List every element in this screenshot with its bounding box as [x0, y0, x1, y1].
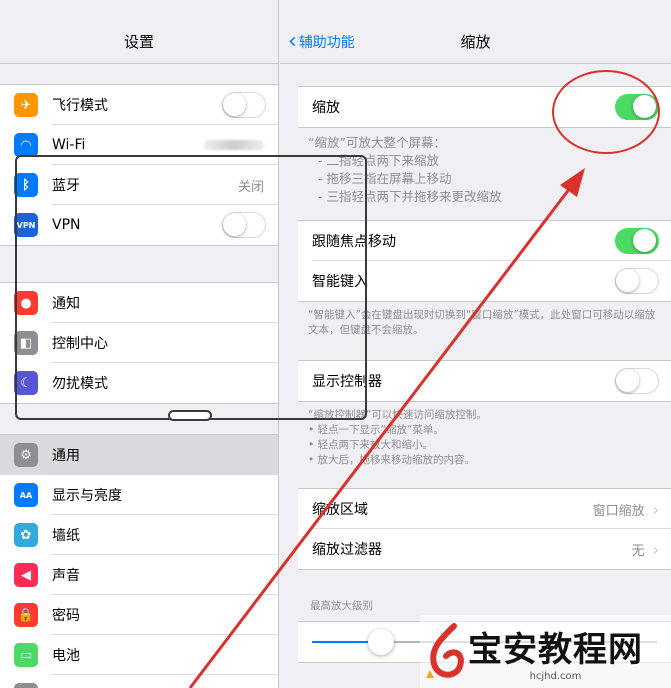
zoom-filter-label: 缩放过滤器 — [312, 542, 382, 558]
back-button[interactable]: ‹ 辅助功能 — [288, 28, 355, 54]
wifi-icon: ◠ — [14, 133, 38, 157]
sidebar-item-label: 通用 — [52, 448, 80, 464]
sidebar-item[interactable]: ✈ 飞行模式 — [0, 85, 278, 125]
lock-icon: 🔒 — [14, 603, 38, 627]
logo-icon — [426, 622, 464, 678]
status-bar — [0, 0, 278, 20]
hand-icon: ✋ — [14, 683, 38, 688]
show-controller-toggle[interactable] — [615, 368, 659, 394]
region-group: 缩放区域 窗口缩放 › 缩放过滤器 无 › — [298, 488, 671, 570]
sidebar-toggle[interactable] — [222, 92, 266, 118]
network-name-redacted — [204, 140, 264, 150]
display-brightness-icon: AA — [14, 483, 38, 507]
zoom-window-frame[interactable] — [15, 155, 367, 420]
zoom-window-handle[interactable] — [168, 410, 212, 421]
sidebar-item[interactable]: AA 显示与亮度 — [0, 475, 278, 515]
back-label: 辅助功能 — [298, 34, 355, 51]
chevron-right-icon: › — [652, 499, 659, 519]
chevron-right-icon: › — [652, 539, 659, 559]
controller-note-line: • 轻点一下显示“缩放”菜单。 — [308, 424, 444, 436]
battery-icon: ▭ — [14, 643, 38, 667]
sidebar-item-label: Wi-Fi — [52, 137, 86, 153]
zoom-region-row[interactable]: 缩放区域 窗口缩放 › — [298, 489, 671, 529]
smart-typing-toggle[interactable] — [615, 268, 659, 294]
zoom-filter-value: 无 — [631, 543, 645, 559]
controller-note-line: • 放大后，拖移来移动缩放的内容。 — [308, 454, 476, 466]
status-bar — [280, 0, 671, 20]
sidebar-item-label: 显示与亮度 — [52, 488, 122, 504]
watermark: 宝安教程网 hcjhd.com — [420, 615, 671, 688]
nav-bar: ‹ 辅助功能 缩放 — [280, 20, 671, 64]
sidebar-item-label: 飞行模式 — [52, 98, 108, 114]
sidebar-item-label: 墙纸 — [52, 528, 80, 544]
airplane-icon: ✈ — [14, 93, 38, 117]
sidebar-item-label: 密码 — [52, 608, 80, 624]
sidebar-item[interactable]: ✿ 墙纸 — [0, 515, 278, 555]
slider-thumb[interactable] — [368, 629, 394, 655]
sound-icon: ◀ — [14, 563, 38, 587]
zoom-filter-row[interactable]: 缩放过滤器 无 › — [298, 529, 671, 569]
controller-note-line: • 轻点两下来放大和缩小。 — [308, 439, 434, 451]
watermark-url: hcjhd.com — [529, 670, 582, 682]
sidebar-item[interactable]: ⚙ 通用 — [0, 435, 278, 475]
zoom-region-label: 缩放区域 — [312, 502, 368, 518]
max-zoom-title: 最高放大级别 — [310, 600, 373, 612]
gear-icon: ⚙ — [14, 443, 38, 467]
settings-group-general: ⚙ 通用 AA 显示与亮度 ✿ 墙纸 ◀ 声音 🔒 密码 ▭ 电池 ✋隐私 — [0, 434, 278, 688]
sidebar-item[interactable]: 🔒 密码 — [0, 595, 278, 635]
highlight-circle — [552, 70, 660, 154]
wallpaper-icon: ✿ — [14, 523, 38, 547]
chevron-left-icon: ‹ — [288, 28, 297, 54]
zoom-region-value: 窗口缩放 — [592, 503, 645, 519]
sidebar-item[interactable]: ✋隐私 — [0, 675, 278, 688]
sidebar-item[interactable]: ▭ 电池 — [0, 635, 278, 675]
sidebar-item-label: 声音 — [52, 568, 80, 584]
follow-focus-toggle[interactable] — [615, 228, 659, 254]
sidebar-item-label: 电池 — [52, 648, 80, 664]
sidebar-title: 设置 — [0, 20, 278, 64]
watermark-title: 宝安教程网 — [468, 629, 643, 670]
sidebar-item[interactable]: ◀ 声音 — [0, 555, 278, 595]
